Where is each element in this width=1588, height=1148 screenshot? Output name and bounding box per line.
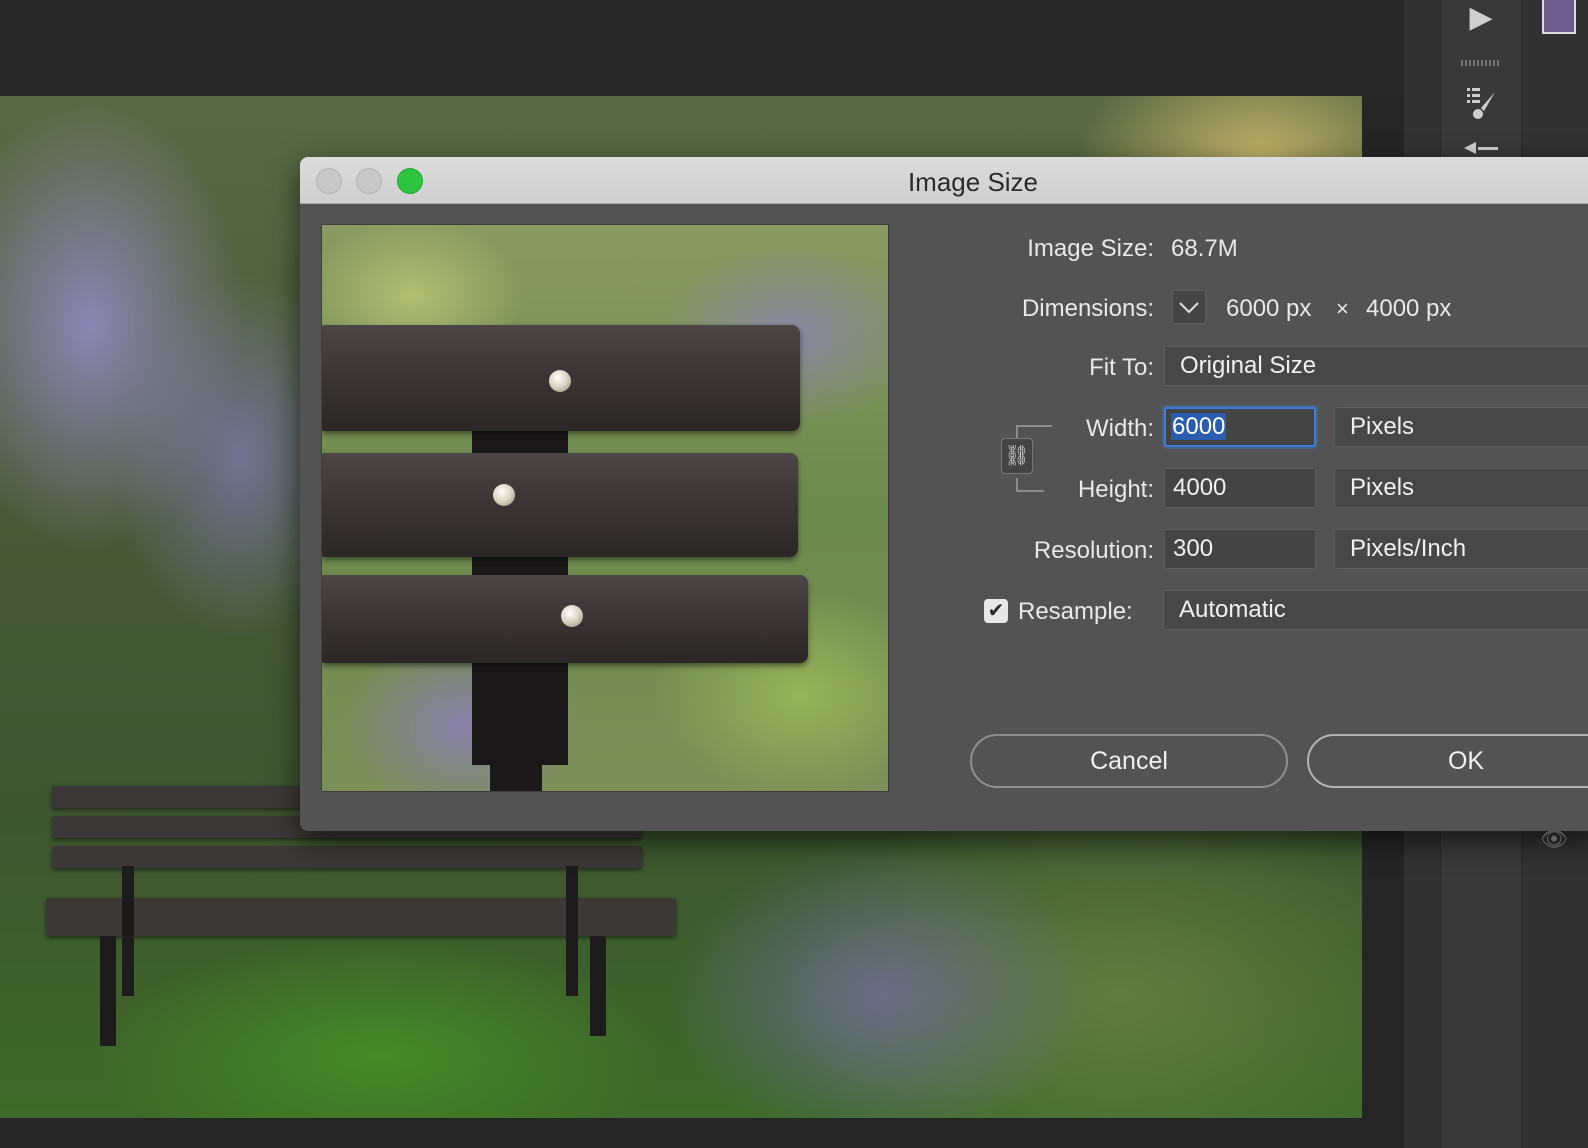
canvas-bench-leg (566, 866, 578, 996)
status-strip (0, 1118, 1404, 1148)
canvas-bench-back-slat (52, 846, 642, 868)
width-unit-dropdown[interactable]: Pixels (1334, 407, 1588, 447)
dialog-title: Image Size (907, 167, 1039, 197)
dimensions-times: × (1336, 296, 1349, 321)
preview-bench-bolt (493, 484, 515, 506)
canvas-bench-leg (122, 866, 134, 996)
chevron-down-icon (1179, 302, 1199, 314)
resample-label[interactable]: Resample: (1018, 598, 1133, 626)
height-label: Height: (1077, 476, 1154, 503)
preview-bench-slat (322, 453, 798, 557)
dialog-titlebar[interactable]: Image Size (300, 157, 1588, 204)
height-input[interactable]: 4000 (1164, 468, 1316, 508)
resolution-label: Resolution: (1033, 537, 1154, 564)
image-size-value: 68.7M (1171, 235, 1238, 262)
image-size-label: Image Size: (1027, 235, 1154, 262)
canvas-bench-leg (590, 936, 606, 1036)
image-size-dialog: Image Size Image Size: 68.7M Dimensions:… (300, 157, 1588, 831)
constrain-proportions-button[interactable]: ⛓ (1001, 438, 1033, 474)
preview-bench-bolt (549, 370, 571, 392)
fit-to-label: Fit To: (1089, 354, 1154, 381)
fit-to-dropdown[interactable]: Original Size (1164, 346, 1588, 386)
brush-settings-icon[interactable] (1441, 82, 1521, 122)
height-unit-dropdown[interactable]: Pixels (1334, 468, 1588, 508)
resample-dropdown[interactable]: Automatic (1163, 590, 1588, 630)
ok-button[interactable]: OK (1307, 734, 1588, 788)
link-icon: ⛓ (1004, 445, 1030, 467)
image-preview[interactable] (321, 224, 889, 792)
panel-grip[interactable] (1461, 60, 1501, 66)
dimensions-label: Dimensions: (1021, 295, 1154, 322)
resolution-input[interactable]: 300 (1164, 529, 1316, 569)
resolution-unit-dropdown[interactable]: Pixels/Inch (1334, 529, 1588, 569)
options-bar (0, 0, 1404, 96)
dimensions-height: 4000 px (1366, 295, 1452, 322)
dimensions-menu-button[interactable] (1172, 290, 1206, 324)
preview-bench-post (490, 655, 542, 791)
checkmark-icon: ✔ (987, 600, 1005, 622)
foreground-color-swatch[interactable] (1542, 0, 1576, 34)
resample-checkbox[interactable]: ✔ (984, 599, 1008, 623)
dimensions-width: 6000 px (1226, 295, 1312, 322)
width-input-value: 6000 (1171, 413, 1227, 440)
width-input[interactable]: 6000 (1164, 407, 1316, 447)
clone-source-icon[interactable] (1441, 138, 1521, 158)
width-label: Width: (1085, 415, 1154, 442)
preview-bench-bolt (561, 605, 583, 627)
canvas-bench-seat (46, 898, 676, 936)
canvas-bench-leg (100, 936, 116, 1046)
cancel-button[interactable]: Cancel (970, 734, 1288, 788)
play-icon[interactable]: ▶ (1441, 0, 1521, 35)
